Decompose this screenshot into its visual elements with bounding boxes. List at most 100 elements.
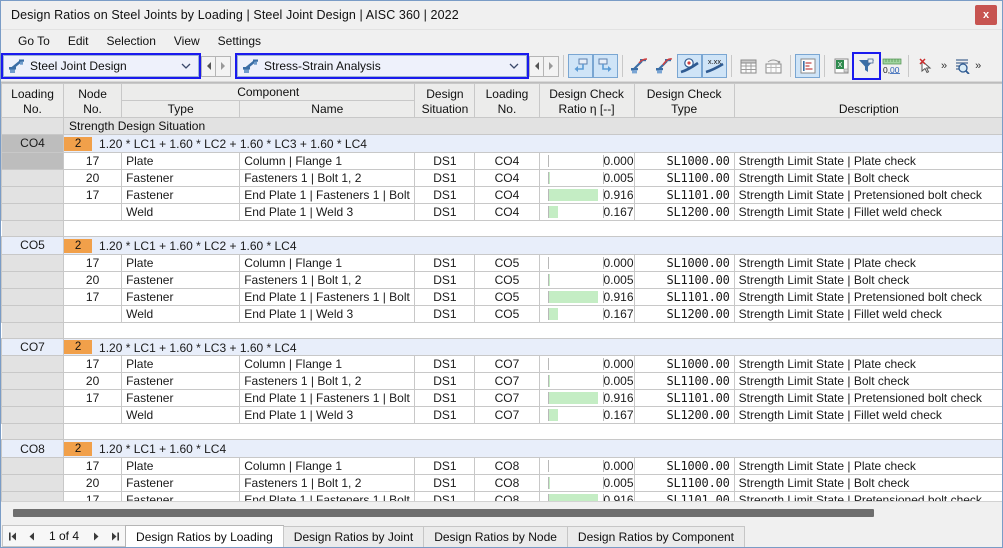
node-no-cell[interactable]: 20 — [63, 168, 123, 187]
node-no-cell[interactable]: 17 — [63, 355, 123, 374]
design-check-type-cell[interactable]: SL1101.00 — [633, 491, 735, 501]
tab-design-ratios-by-joint[interactable]: Design Ratios by Joint — [282, 526, 425, 547]
design-check-type-cell[interactable]: SL1200.00 — [633, 304, 735, 323]
component-name-cell[interactable]: End Plate 1 | Fasteners 1 | Bolt 1... — [239, 185, 416, 204]
redo-navigation-icon[interactable] — [593, 54, 618, 78]
design-check-ratio-cell[interactable]: 0.916✓ — [538, 491, 635, 501]
description-cell[interactable]: Strength Limit State | Bolt check — [733, 372, 1002, 391]
table-row[interactable]: WeldEnd Plate 1 | Weld 3DS1CO70.167✓SL12… — [1, 406, 1002, 425]
design-situation-cell[interactable]: DS1 — [414, 355, 476, 374]
tab-design-ratios-by-node[interactable]: Design Ratios by Node — [423, 526, 568, 547]
design-check-ratio-cell[interactable]: 0.167✓ — [538, 304, 635, 323]
node-no-cell[interactable]: 17 — [63, 389, 123, 408]
description-cell[interactable]: Strength Limit State | Fillet weld check — [733, 406, 1002, 425]
tab-design-ratios-by-loading[interactable]: Design Ratios by Loading — [125, 525, 284, 547]
loading-no-cell[interactable]: CO7 — [1, 337, 65, 357]
menu-item-settings[interactable]: Settings — [209, 32, 270, 50]
table-row[interactable]: 17PlateColumn | Flange 1DS1CO70.000✓SL10… — [1, 355, 1002, 374]
loading-group-cell[interactable] — [1, 491, 65, 501]
loading-group-cell[interactable] — [1, 304, 65, 323]
table-row[interactable]: 17PlateColumn | Flange 1DS1CO80.000✓SL10… — [1, 457, 1002, 476]
show-values-icon[interactable] — [677, 54, 702, 78]
node-no-cell[interactable]: 17 — [63, 185, 123, 204]
scrollbar-thumb[interactable] — [13, 509, 874, 517]
numeric-values-icon[interactable]: x.xx — [702, 54, 727, 78]
description-cell[interactable]: Strength Limit State | Plate check — [733, 355, 1002, 374]
menu-item-selection[interactable]: Selection — [98, 32, 165, 50]
component-type-cell[interactable]: Fastener — [121, 389, 241, 408]
find-icon[interactable] — [950, 54, 972, 78]
design-check-ratio-cell[interactable]: 0.005✓ — [538, 372, 635, 391]
loading-no-cell[interactable]: CO7 — [474, 389, 540, 408]
component-name-cell[interactable]: End Plate 1 | Weld 3 — [239, 406, 416, 425]
component-type-cell[interactable]: Weld — [121, 202, 241, 221]
loading-group-cell[interactable] — [1, 270, 65, 289]
design-check-type-cell[interactable]: SL1101.00 — [633, 287, 735, 306]
filter-icon[interactable] — [852, 52, 881, 80]
load-combination-row[interactable]: CO5 2 1.20 * LC1 + 1.60 * LC2 + 1.60 * LC4 — [1, 235, 1002, 255]
table-row[interactable]: 17PlateColumn | Flange 1DS1CO40.000✓SL10… — [1, 151, 1002, 170]
description-cell[interactable]: Strength Limit State | Fillet weld check — [733, 202, 1002, 221]
component-name-cell[interactable]: Column | Flange 1 — [239, 151, 416, 170]
table-row[interactable]: 20 Fastener Fasteners 1 | Bolt 1, 2 DS1 CO7 0… — [1, 372, 1002, 391]
menu-item-edit[interactable]: Edit — [59, 32, 98, 50]
description-cell[interactable]: Strength Limit State | Plate check — [733, 457, 1002, 476]
design-check-type-cell[interactable]: SL1000.00 — [633, 253, 735, 272]
analysis-select[interactable]: Stress-Strain Analysis — [237, 55, 527, 77]
export-excel-icon[interactable]: X — [829, 54, 854, 78]
clear-selection-icon[interactable] — [913, 54, 938, 78]
design-check-type-cell[interactable]: SL1000.00 — [633, 355, 735, 374]
design-check-ratio-cell[interactable]: 0.916✓ — [538, 287, 635, 306]
header-component-name[interactable]: Name — [239, 100, 416, 118]
last-page-button[interactable] — [106, 526, 125, 546]
loading-group-cell[interactable] — [1, 372, 65, 391]
component-type-cell[interactable]: Fastener — [121, 491, 241, 501]
module-select[interactable]: Steel Joint Design — [3, 55, 199, 77]
loading-no-cell[interactable]: CO4 — [474, 168, 540, 187]
loading-no-cell[interactable]: CO4 — [474, 151, 540, 170]
design-check-type-cell[interactable]: SL1000.00 — [633, 457, 735, 476]
component-name-cell[interactable]: End Plate 1 | Fasteners 1 | Bolt 1... — [239, 389, 416, 408]
node-no-cell[interactable] — [63, 304, 123, 323]
prev-page-button[interactable] — [22, 526, 41, 546]
loading-no-cell[interactable]: CO5 — [474, 270, 540, 289]
node-no-cell[interactable] — [63, 406, 123, 425]
component-name-cell[interactable]: End Plate 1 | Weld 3 — [239, 202, 416, 221]
loading-group-cell[interactable] — [1, 406, 65, 425]
table-row[interactable]: 17 Fastener End Plate 1 | Fasteners 1 | Bo… — [1, 287, 1002, 306]
loading-group-cell[interactable] — [1, 185, 65, 204]
table-grid-icon[interactable] — [736, 54, 761, 78]
component-name-cell[interactable]: Fasteners 1 | Bolt 1, 2 — [239, 372, 416, 391]
loading-no-cell[interactable]: CO4 — [474, 202, 540, 221]
design-situation-cell[interactable]: DS1 — [414, 202, 476, 221]
design-check-type-cell[interactable]: SL1101.00 — [633, 185, 735, 204]
chevron-down-icon[interactable] — [509, 63, 519, 69]
overflow-chevron-icon[interactable]: » — [938, 60, 950, 72]
results-grid-container[interactable]: Loading No. Node No. Component Design Situa… — [1, 82, 1002, 501]
component-name-cell[interactable]: End Plate 1 | Fasteners 1 | Bolt 1... — [239, 491, 416, 501]
header-design-check-ratio[interactable]: Design Check Ratio η [--] — [538, 83, 635, 118]
loading-no-cell[interactable]: CO7 — [474, 355, 540, 374]
design-situation-cell[interactable]: DS1 — [414, 270, 476, 289]
design-check-type-cell[interactable]: SL1100.00 — [633, 270, 735, 289]
description-cell[interactable]: Strength Limit State | Bolt check — [733, 474, 1002, 493]
design-situation-cell[interactable]: DS1 — [414, 474, 476, 493]
component-type-cell[interactable]: Weld — [121, 304, 241, 323]
component-name-cell[interactable]: End Plate 1 | Fasteners 1 | Bolt 1... — [239, 287, 416, 306]
design-check-type-cell[interactable]: SL1100.00 — [633, 474, 735, 493]
loading-no-cell[interactable]: CO5 — [474, 253, 540, 272]
loading-no-cell[interactable]: CO5 — [474, 304, 540, 323]
menu-item-view[interactable]: View — [165, 32, 209, 50]
design-check-ratio-cell[interactable]: 0.000✓ — [538, 253, 635, 272]
component-name-cell[interactable]: Fasteners 1 | Bolt 1, 2 — [239, 168, 416, 187]
header-description[interactable]: Description — [733, 83, 1002, 118]
node-no-cell[interactable]: 20 — [63, 474, 123, 493]
design-check-ratio-cell[interactable]: 0.000✓ — [538, 151, 635, 170]
design-check-ratio-cell[interactable]: 0.005✓ — [538, 474, 635, 493]
loading-group-cell[interactable] — [1, 355, 65, 374]
design-situation-cell[interactable]: DS1 — [414, 406, 476, 425]
loading-no-cell[interactable]: CO8 — [474, 457, 540, 476]
next-page-button[interactable] — [87, 526, 106, 546]
component-type-cell[interactable]: Plate — [121, 355, 241, 374]
design-situation-cell[interactable]: DS1 — [414, 304, 476, 323]
